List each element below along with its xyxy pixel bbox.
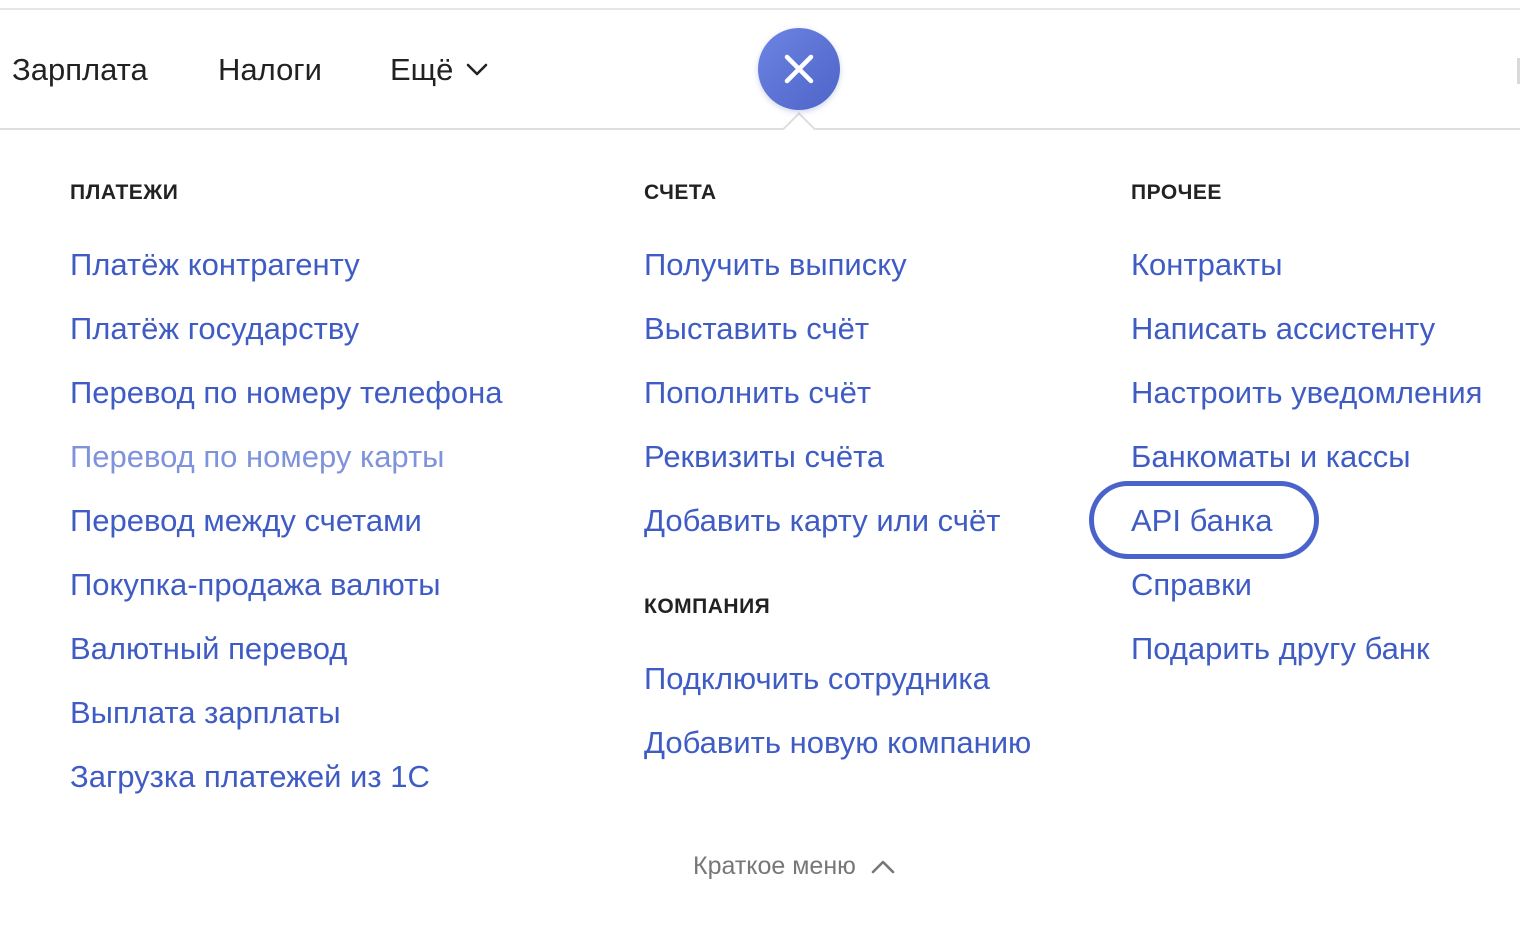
chevron-down-icon	[467, 63, 488, 76]
link-currency-transfer[interactable]: Валютный перевод	[70, 629, 347, 669]
link-transfer-card[interactable]: Перевод по номеру карты	[70, 437, 444, 477]
link-top-up-account[interactable]: Пополнить счёт	[644, 373, 871, 413]
short-menu-label: Краткое меню	[693, 852, 856, 880]
close-menu-button[interactable]	[758, 28, 840, 110]
link-add-card-or-account[interactable]: Добавить карту или счёт	[644, 501, 1000, 541]
link-transfer-phone[interactable]: Перевод по номеру телефона	[70, 373, 502, 413]
link-currency-exchange[interactable]: Покупка-продажа валюты	[70, 565, 441, 605]
link-refer-friend[interactable]: Подарить другу банк	[1131, 629, 1430, 669]
link-notification-settings[interactable]: Настроить уведомления	[1131, 373, 1482, 413]
link-certificates[interactable]: Справки	[1131, 565, 1252, 605]
chevron-up-icon	[871, 860, 895, 873]
short-menu-toggle[interactable]: Краткое меню	[693, 852, 896, 881]
section-heading-company: КОМПАНИЯ	[644, 595, 771, 618]
link-import-1c[interactable]: Загрузка платежей из 1С	[70, 757, 430, 797]
nav-more-label: Ещё	[390, 52, 454, 87]
link-add-company[interactable]: Добавить новую компанию	[644, 723, 1031, 763]
nav-more[interactable]: Ещё	[390, 52, 489, 88]
section-heading-payments: ПЛАТЕЖИ	[70, 181, 179, 204]
close-icon	[784, 54, 814, 84]
link-get-statement[interactable]: Получить выписку	[644, 245, 907, 285]
link-payment-counterparty[interactable]: Платёж контрагенту	[70, 245, 360, 285]
section-heading-accounts: СЧЕТА	[644, 181, 717, 204]
link-payment-state[interactable]: Платёж государству	[70, 309, 359, 349]
link-account-details[interactable]: Реквизиты счёта	[644, 437, 884, 477]
link-write-assistant[interactable]: Написать ассистенту	[1131, 309, 1435, 349]
link-issue-invoice[interactable]: Выставить счёт	[644, 309, 869, 349]
header-border	[0, 128, 1520, 130]
section-heading-other: ПРОЧЕЕ	[1131, 181, 1222, 204]
link-atms[interactable]: Банкоматы и кассы	[1131, 437, 1411, 477]
nav-taxes[interactable]: Налоги	[218, 52, 322, 88]
link-connect-employee[interactable]: Подключить сотрудника	[644, 659, 990, 699]
link-salary-payment[interactable]: Выплата зарплаты	[70, 693, 341, 733]
link-transfer-between-accounts[interactable]: Перевод между счетами	[70, 501, 422, 541]
link-bank-api[interactable]: API банка	[1131, 501, 1272, 541]
nav-salary[interactable]: Зарплата	[12, 52, 148, 88]
link-contracts[interactable]: Контракты	[1131, 245, 1283, 285]
